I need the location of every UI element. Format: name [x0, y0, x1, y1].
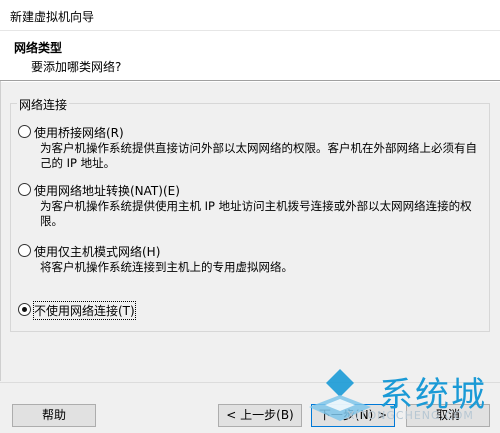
option-host-only-desc: 将客户机操作系统连接到主机上的专用虚拟网络。 — [40, 260, 293, 274]
option-host-only-label[interactable]: 使用仅主机模式网络(H) — [34, 243, 160, 260]
option-bridged-label[interactable]: 使用桥接网络(R) — [34, 124, 124, 141]
radio-nat[interactable] — [18, 183, 31, 196]
site-watermark: 系统城 XITONGCHENG.COM — [305, 365, 500, 433]
back-button[interactable]: < 上一步(B) — [218, 404, 302, 427]
option-nat-desc: 为客户机操作系统提供使用主机 IP 地址访问主机拨号连接或外部以太网网络连接的权… — [40, 199, 472, 228]
wizard-header: 网络类型 要添加哪类网络? — [0, 31, 500, 81]
option-bridged-desc: 为客户机操作系统提供直接访问外部以太网网络的权限。客户机在外部网络上必须有自己的… — [40, 141, 477, 170]
option-no-network-label[interactable]: 不使用网络连接(T) — [33, 301, 136, 320]
help-button[interactable]: 帮助 — [12, 404, 96, 427]
title-bar: 新建虚拟机向导 — [0, 0, 500, 31]
groupbox-label: 网络连接 — [17, 96, 70, 113]
divider — [0, 81, 1, 381]
radio-no-network[interactable] — [18, 303, 31, 316]
page-title: 网络类型 — [14, 41, 63, 55]
watermark-url: XITONGCHENG.COM — [347, 409, 474, 422]
radio-host-only[interactable] — [18, 244, 31, 257]
page-subtitle: 要添加哪类网络? — [31, 60, 122, 74]
radio-bridged[interactable] — [18, 125, 31, 138]
window-title: 新建虚拟机向导 — [10, 10, 95, 24]
option-nat-label[interactable]: 使用网络地址转换(NAT)(E) — [34, 182, 180, 199]
